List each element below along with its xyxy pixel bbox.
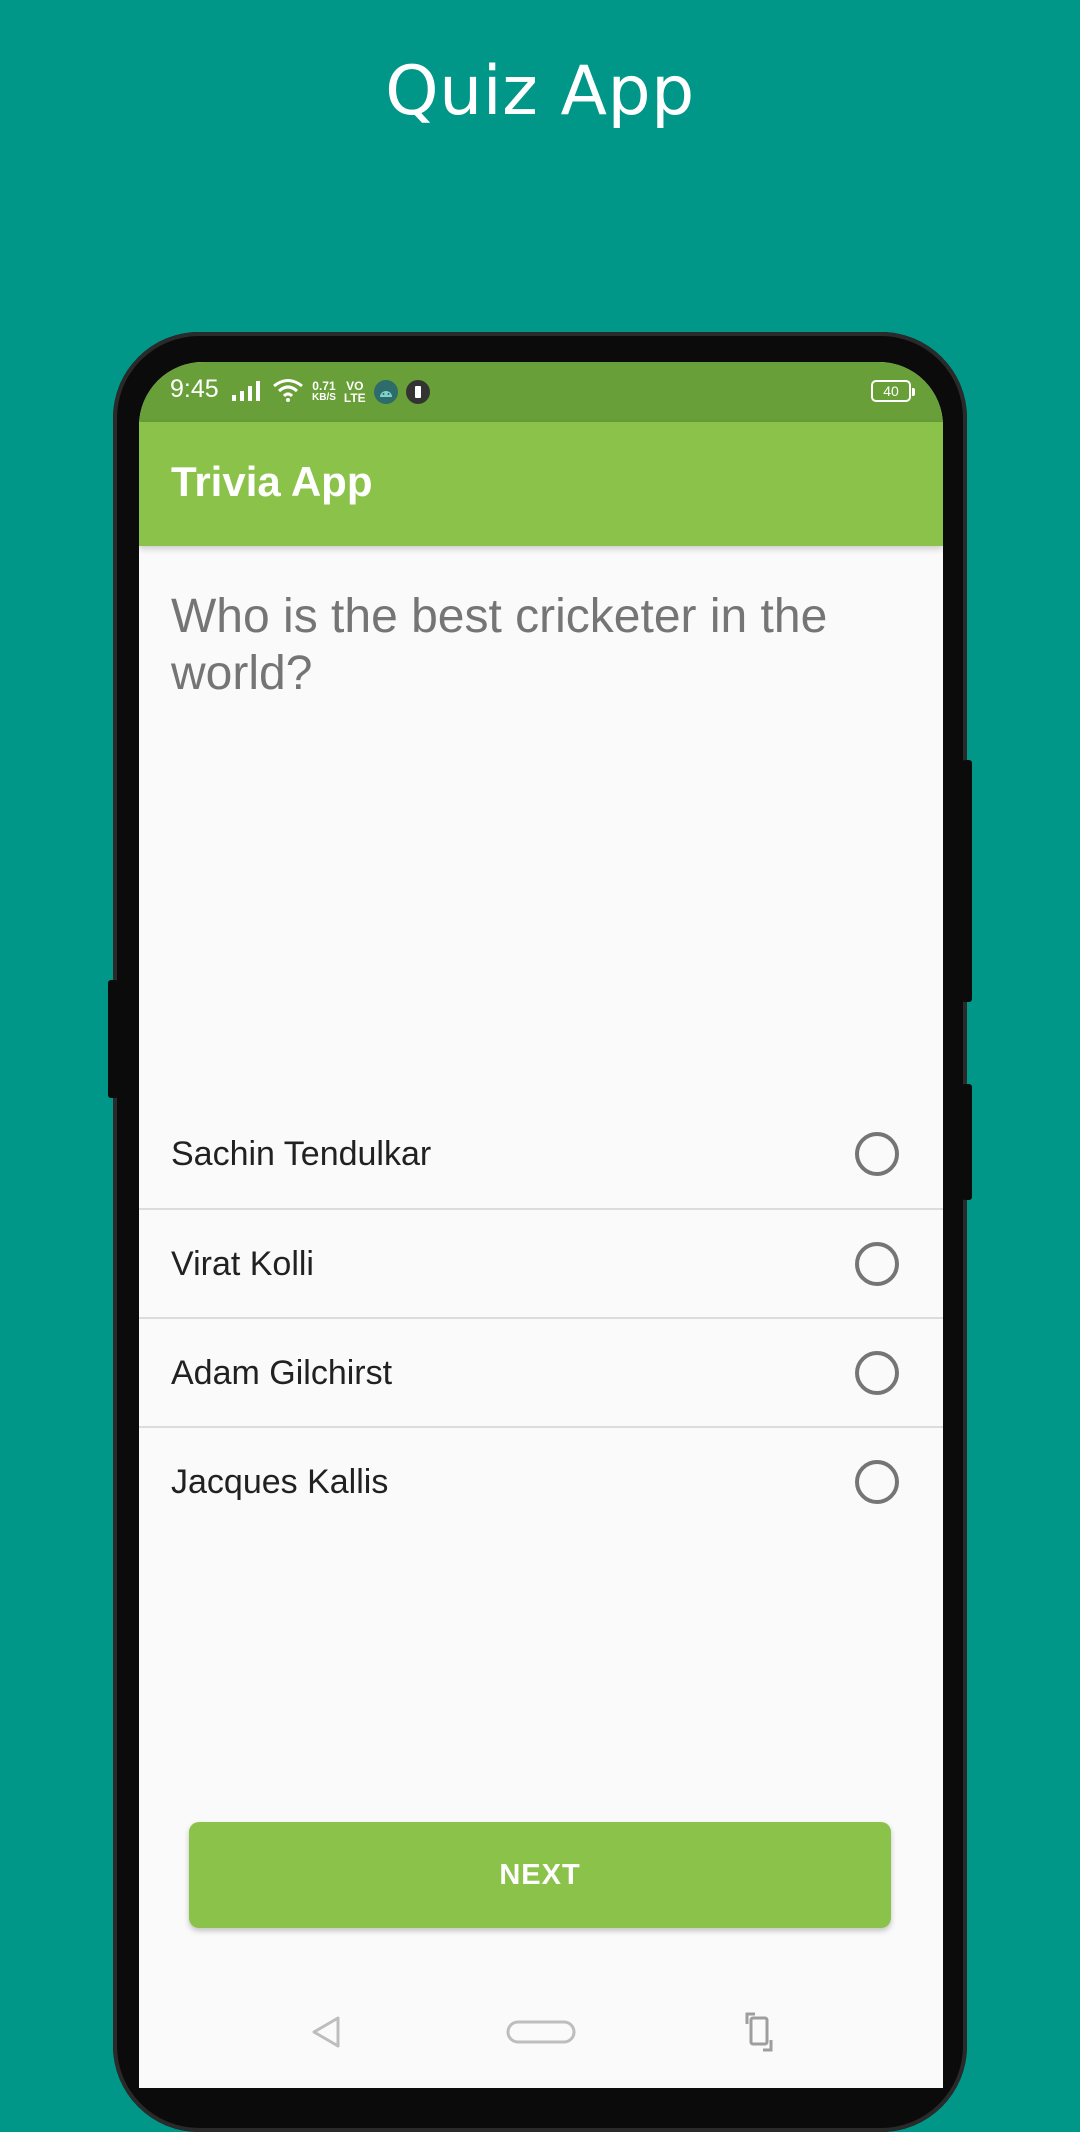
option-row-4[interactable]: Jacques Kallis bbox=[139, 1428, 943, 1536]
radio-button-2[interactable] bbox=[855, 1242, 899, 1286]
network-type: VO LTE bbox=[343, 379, 366, 405]
battery-icon: 40 bbox=[871, 380, 915, 402]
power-button bbox=[962, 760, 972, 1002]
app-title: Trivia App bbox=[171, 458, 373, 505]
status-bar: 9:45 0.71 KB/S VO LTE 40 bbox=[139, 362, 943, 422]
android-icon bbox=[373, 380, 398, 404]
phone-screen: 9:45 0.71 KB/S VO LTE 40 Trivia App Who … bbox=[139, 362, 943, 2088]
next-button[interactable]: NEXT bbox=[189, 1822, 891, 1928]
status-time: 9:45 bbox=[170, 375, 219, 403]
signal-icon bbox=[230, 379, 264, 406]
promo-title: Quiz App bbox=[385, 52, 695, 131]
question-text: Who is the best cricketer in the world? bbox=[171, 590, 828, 700]
option-label: Jacques Kallis bbox=[171, 1462, 389, 1501]
wifi-icon bbox=[272, 378, 304, 407]
radio-button-1[interactable] bbox=[855, 1132, 899, 1176]
option-row-1[interactable]: Sachin Tendulkar bbox=[139, 1100, 943, 1208]
option-label: Virat Kolli bbox=[171, 1244, 314, 1283]
option-label: Sachin Tendulkar bbox=[171, 1134, 432, 1173]
network-speed: 0.71 KB/S bbox=[312, 379, 336, 403]
back-icon[interactable] bbox=[296, 2002, 356, 2062]
navigation-bar bbox=[139, 1992, 943, 2088]
side-key bbox=[108, 980, 118, 1098]
radio-button-4[interactable] bbox=[855, 1460, 899, 1504]
volume-button bbox=[962, 1084, 972, 1200]
home-icon[interactable] bbox=[504, 2002, 578, 2062]
option-row-2[interactable]: Virat Kolli bbox=[139, 1210, 943, 1318]
app-bar: Trivia App bbox=[139, 422, 943, 546]
option-label: Adam Gilchirst bbox=[171, 1353, 393, 1392]
rotate-icon[interactable] bbox=[729, 2002, 789, 2062]
radio-button-3[interactable] bbox=[855, 1351, 899, 1395]
notification-icon bbox=[405, 380, 430, 404]
option-row-3[interactable]: Adam Gilchirst bbox=[139, 1319, 943, 1427]
